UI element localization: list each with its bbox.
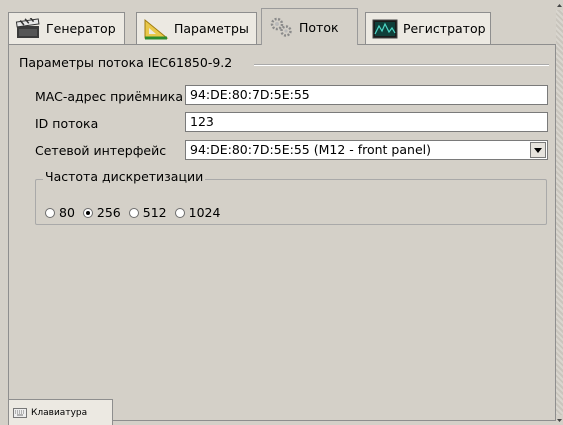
rate-label: 512 xyxy=(142,205,167,220)
keyboard-tab[interactable]: Клавиатура xyxy=(8,399,113,425)
tab-label: Регистратор xyxy=(403,21,486,36)
tab-stream[interactable]: Поток xyxy=(261,8,358,45)
ruler-triangle-icon xyxy=(143,18,169,40)
rate-radio-256[interactable]: 256 xyxy=(82,205,121,220)
sample-rate-options: 80 256 512 1024 xyxy=(45,205,228,220)
radio-circle xyxy=(174,207,185,218)
tab-bar: Генератор Параметры Поток Регистратор xyxy=(8,8,548,45)
mac-label: MAC-адрес приёмника xyxy=(35,89,183,104)
tab-generator[interactable]: Генератор xyxy=(8,12,125,44)
network-interface-label: Сетевой интерфейс xyxy=(35,143,167,158)
rate-radio-1024[interactable]: 1024 xyxy=(174,205,221,220)
vertical-scrollbar[interactable] xyxy=(556,0,563,425)
radio-circle-selected xyxy=(82,207,93,218)
scroll-down-icon[interactable] xyxy=(556,415,563,425)
chevron-down-icon[interactable] xyxy=(530,142,546,158)
rate-radio-512[interactable]: 512 xyxy=(128,205,167,220)
tab-label: Параметры xyxy=(174,21,249,36)
scroll-up-icon[interactable] xyxy=(556,0,563,10)
rate-label: 80 xyxy=(59,205,75,220)
clapperboard-icon xyxy=(15,17,41,40)
keyboard-icon xyxy=(13,407,27,418)
oscilloscope-icon xyxy=(372,18,398,40)
radio-circle xyxy=(45,207,55,218)
app-window: Генератор Параметры Поток Регистратор Па… xyxy=(0,0,563,425)
keyboard-tab-label: Клавиатура xyxy=(31,407,88,418)
gears-icon xyxy=(268,16,294,38)
rate-label: 256 xyxy=(96,205,121,220)
stream-id-label: ID потока xyxy=(35,116,99,131)
tab-label: Генератор xyxy=(46,21,116,36)
rate-label: 1024 xyxy=(188,205,221,220)
stream-id-field[interactable]: 123 xyxy=(185,112,548,132)
rate-radio-80[interactable]: 80 xyxy=(45,205,75,220)
tab-recorder[interactable]: Регистратор xyxy=(365,12,491,44)
tab-label: Поток xyxy=(299,19,339,35)
sample-rate-title: Частота дискретизации xyxy=(43,169,206,184)
mac-address-field[interactable]: 94:DE:80:7D:5E:55 xyxy=(185,85,548,105)
tab-parameters[interactable]: Параметры xyxy=(136,12,257,44)
network-interface-select[interactable]: 94:DE:80:7D:5E:55 (M12 - front panel) xyxy=(185,140,548,160)
group-title: Параметры потока IEC61850-9.2 xyxy=(19,55,233,70)
stream-panel: Параметры потока IEC61850-9.2 MAC-адрес … xyxy=(8,44,556,421)
radio-circle xyxy=(128,207,139,218)
network-interface-value: 94:DE:80:7D:5E:55 (M12 - front panel) xyxy=(190,142,431,157)
group-divider xyxy=(254,64,549,66)
